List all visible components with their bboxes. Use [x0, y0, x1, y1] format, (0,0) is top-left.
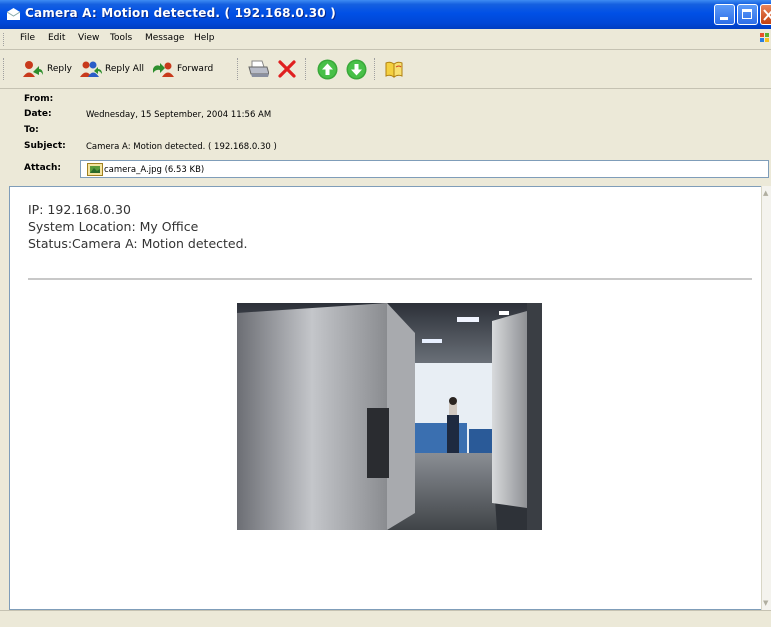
forward-icon: [153, 62, 174, 77]
attach-label: Attach:: [24, 163, 61, 173]
reply-all-label: Reply All: [105, 64, 144, 74]
close-icon: [763, 9, 771, 21]
reply-button[interactable]: Reply: [22, 59, 72, 79]
next-icon: [346, 59, 367, 79]
ip-line: IP: 192.168.0.30: [28, 202, 131, 217]
title-bar[interactable]: Camera A: Motion detected. ( 192.168.0.3…: [0, 0, 771, 29]
attachment-name: camera_A.jpg (6.53 KB): [104, 164, 205, 175]
print-button[interactable]: [247, 59, 269, 79]
delete-icon: [278, 60, 296, 78]
menu-bar: File Edit View Tools Message Help: [0, 30, 771, 50]
reply-all-icon: [80, 61, 102, 77]
close-button[interactable]: [760, 4, 771, 25]
windows-logo: [757, 30, 771, 48]
status-line: Status:Camera A: Motion detected.: [28, 236, 248, 251]
toolbar-separator: [237, 58, 239, 80]
forward-label: Forward: [177, 64, 214, 74]
previous-icon: [317, 59, 338, 79]
scroll-down-icon[interactable]: ▼: [763, 599, 768, 607]
scroll-up-icon[interactable]: ▲: [763, 189, 768, 197]
message-body[interactable]: IP: 192.168.0.30 System Location: My Off…: [9, 186, 761, 610]
previous-button[interactable]: [317, 59, 338, 79]
image-file-icon: [87, 163, 103, 176]
envelope-icon: [6, 8, 21, 20]
reply-icon: [23, 61, 43, 77]
subject-value: Camera A: Motion detected. ( 192.168.0.3…: [86, 142, 277, 152]
toolbar-separator: [374, 58, 376, 80]
menu-grip: [3, 33, 7, 46]
date-label: Date:: [24, 109, 52, 119]
forward-button[interactable]: Forward: [152, 59, 213, 79]
vertical-scrollbar[interactable]: ▲ ▼: [761, 186, 771, 610]
menu-file[interactable]: File: [20, 33, 35, 43]
status-bar: [0, 610, 771, 627]
menu-message[interactable]: Message: [145, 33, 184, 43]
reply-all-button[interactable]: Reply All: [80, 59, 144, 79]
minimize-button[interactable]: [714, 4, 735, 25]
menu-help[interactable]: Help: [194, 33, 215, 43]
date-value: Wednesday, 15 September, 2004 11:56 AM: [86, 110, 272, 120]
attachment-item[interactable]: camera_A.jpg (6.53 KB): [87, 163, 204, 176]
divider: [28, 278, 752, 280]
minimize-icon: [720, 17, 728, 20]
toolbar-separator: [305, 58, 307, 80]
maximize-icon: [742, 9, 752, 19]
windows-flag-icon: [760, 33, 769, 42]
location-line: System Location: My Office: [28, 219, 199, 234]
addresses-icon: [385, 61, 403, 78]
addresses-button[interactable]: [384, 59, 406, 79]
window-title: Camera A: Motion detected. ( 192.168.0.3…: [25, 6, 336, 20]
from-label: From:: [24, 94, 54, 104]
toolbar-grip: [3, 58, 5, 80]
next-button[interactable]: [346, 59, 367, 79]
menu-tools[interactable]: Tools: [110, 33, 132, 43]
maximize-button[interactable]: [737, 4, 758, 25]
menu-view[interactable]: View: [78, 33, 99, 43]
to-label: To:: [24, 125, 39, 135]
menu-edit[interactable]: Edit: [48, 33, 65, 43]
toolbar: Reply Reply All Forward: [0, 50, 771, 89]
reply-label: Reply: [47, 64, 72, 74]
subject-label: Subject:: [24, 141, 66, 151]
attachment-field: camera_A.jpg (6.53 KB): [80, 160, 769, 178]
print-icon: [248, 60, 269, 77]
camera-snapshot: [237, 303, 542, 530]
delete-button[interactable]: [277, 59, 297, 79]
